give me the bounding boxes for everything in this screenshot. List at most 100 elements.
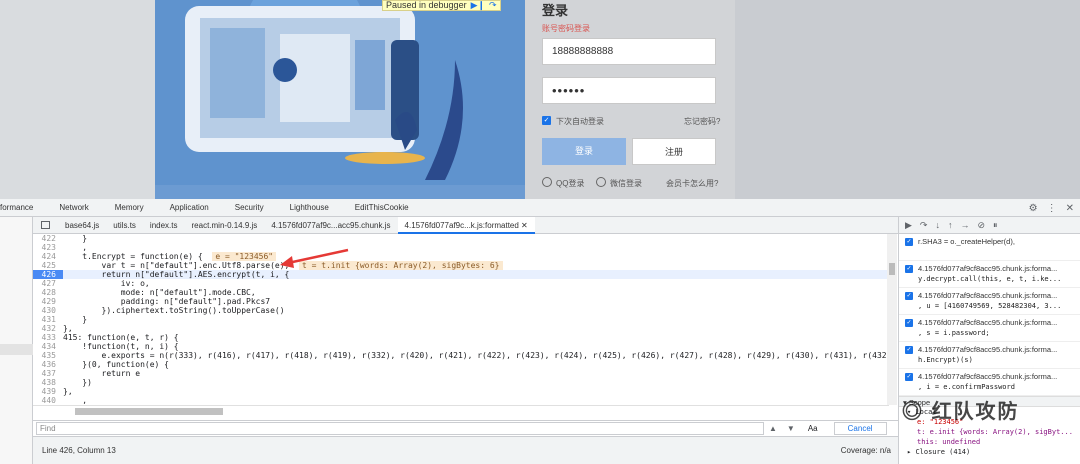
code-line[interactable]: 435 e.exports = n(r(333), r(416), r(417)…	[33, 351, 945, 360]
step-icon[interactable]: →	[960, 220, 969, 230]
code-line[interactable]: 422 }	[33, 234, 889, 243]
login-button[interactable]: 登录	[542, 138, 626, 165]
deactivate-breakpoints-icon[interactable]: ⊘	[977, 220, 985, 231]
scroll-thumb[interactable]	[75, 408, 223, 415]
code-editor[interactable]: 422 } 423 , 424 t.Encrypt = function(e) { …	[33, 234, 945, 405]
step-over-icon[interactable]: ↷	[920, 220, 928, 231]
tab-memory[interactable]: Memory	[115, 203, 154, 212]
file-tab[interactable]: 4.1576fd077af9c...acc95.chunk.js	[264, 217, 397, 234]
code-line[interactable]: 436 }(0, function(e) {	[33, 360, 889, 369]
breakpoint-item[interactable]: ✓ 4.1576fd077af9cf8acc95.chunk.js:forma..…	[899, 288, 1080, 315]
breakpoint-checkbox[interactable]: ✓	[905, 265, 913, 273]
line-number[interactable]: 430	[33, 306, 63, 315]
scroll-thumb[interactable]	[889, 263, 895, 275]
breakpoint-item[interactable]: ✓ 4.1576fd077af9cf8acc95.chunk.js:forma..…	[899, 315, 1080, 342]
selected-file-row[interactable]	[0, 344, 33, 355]
breakpoint-checkbox[interactable]: ✓	[905, 346, 913, 354]
code-line[interactable]: 429 padding: n["default"].pad.Pkcs7	[33, 297, 889, 306]
code-line[interactable]: 437 return e	[33, 369, 889, 378]
username-input[interactable]: 18888888888	[542, 38, 716, 65]
code-line[interactable]: 427 iv: o,	[33, 279, 889, 288]
register-button[interactable]: 注册	[632, 138, 716, 165]
scope-var-this[interactable]: this: undefined	[899, 437, 1080, 447]
breakpoint-item[interactable]: ✓ 4.1576fd077af9cf8acc95.chunk.js:forma..…	[899, 342, 1080, 369]
line-number[interactable]: 427	[33, 279, 63, 288]
line-number[interactable]: 423	[33, 243, 63, 252]
toggle-navigator-icon[interactable]	[41, 221, 50, 229]
breakpoint-checkbox[interactable]: ✓	[905, 292, 913, 300]
find-prev-icon[interactable]: ▲	[769, 424, 777, 433]
breakpoint-checkbox[interactable]: ✓	[905, 319, 913, 327]
member-card-link[interactable]: 会员卡怎么用?	[666, 178, 718, 189]
forgot-password-link[interactable]: 忘记密码?	[684, 116, 720, 127]
gear-icon[interactable]: ⚙	[1029, 203, 1038, 214]
code-line[interactable]: 440 ,	[33, 396, 889, 405]
file-tab[interactable]: react.min-0.14.9.js	[185, 217, 265, 234]
tab-performance[interactable]: formance	[0, 203, 43, 212]
code-line[interactable]: 434 !function(t, n, i) {	[33, 342, 889, 351]
line-number[interactable]: 440	[33, 396, 63, 405]
line-number[interactable]: 437	[33, 369, 63, 378]
code-line[interactable]: 425 var t = n["default"].enc.Utf8.parse(…	[33, 261, 889, 270]
wechat-login-link[interactable]: 微信登录	[610, 178, 642, 189]
wechat-icon[interactable]	[596, 177, 606, 187]
breakpoint-item[interactable]: ✓ 4.1576fd077af9cf8acc95.chunk.js:forma..…	[899, 261, 1080, 288]
close-icon[interactable]: ✕	[1066, 203, 1074, 214]
code-line[interactable]: 423 ,	[33, 243, 889, 252]
match-case-toggle[interactable]: Aa	[808, 424, 818, 433]
code-line[interactable]: 424 t.Encrypt = function(e) { e = "12345…	[33, 252, 889, 261]
find-input[interactable]: Find	[36, 422, 764, 435]
line-number[interactable]: 425	[33, 261, 63, 270]
line-number[interactable]: 434	[33, 342, 63, 351]
qq-icon[interactable]	[542, 177, 552, 187]
step-over-icon[interactable]: ↷	[489, 1, 497, 10]
scope-var-t[interactable]: t: e.init {words: Array(2), sigByt...	[899, 427, 1080, 437]
code-line[interactable]: 430 }).ciphertext.toString().toUpperCase…	[33, 306, 889, 315]
line-number[interactable]: 435	[33, 351, 63, 360]
line-number[interactable]: 429	[33, 297, 63, 306]
breakpoint-item[interactable]: ✓ r.SHA3 = o._createHelper(d),	[899, 234, 1080, 261]
step-into-icon[interactable]: ↓	[935, 220, 940, 230]
tab-network[interactable]: Network	[59, 203, 98, 212]
tab-lighthouse[interactable]: Lighthouse	[290, 203, 339, 212]
file-tab-active[interactable]: 4.1576fd077af9c...k.js:formatted ✕	[397, 216, 535, 234]
code-line[interactable]: 428 mode: n["default"].mode.CBC,	[33, 288, 889, 297]
remember-checkbox[interactable]: ✓	[542, 116, 551, 125]
breakpoint-checkbox[interactable]: ✓	[905, 238, 913, 246]
line-number[interactable]: 436	[33, 360, 63, 369]
code-line-active[interactable]: 426 return n["default"].AES.encrypt(t, i…	[33, 270, 889, 279]
file-navigator[interactable]	[0, 217, 33, 464]
tab-application[interactable]: Application	[170, 203, 219, 212]
vertical-scrollbar[interactable]	[887, 234, 897, 405]
find-cancel-button[interactable]: Cancel	[833, 422, 887, 435]
line-number[interactable]: 431	[33, 315, 63, 324]
line-number[interactable]: 433	[33, 333, 63, 342]
more-icon[interactable]: ⋮	[1047, 203, 1057, 214]
line-number[interactable]: 432	[33, 324, 63, 333]
line-number[interactable]: 439	[33, 387, 63, 396]
password-input[interactable]: ••••••	[542, 77, 716, 104]
file-tab[interactable]: index.ts	[143, 217, 185, 234]
tab-editthiscookie[interactable]: EditThisCookie	[355, 203, 419, 212]
qq-login-link[interactable]: QQ登录	[556, 178, 584, 189]
tab-security[interactable]: Security	[235, 203, 274, 212]
breakpoint-item[interactable]: ✓ 4.1576fd077af9cf8acc95.chunk.js:forma..…	[899, 369, 1080, 396]
scope-closure[interactable]: ▸ Closure (414)	[899, 447, 1080, 457]
pause-on-exceptions-icon[interactable]: ⏸	[993, 220, 998, 231]
line-number[interactable]: 422	[33, 234, 63, 243]
step-out-icon[interactable]: ↑	[948, 220, 953, 230]
resume-icon[interactable]: ▶	[905, 220, 912, 231]
code-line[interactable]: 431 }	[33, 315, 889, 324]
code-line[interactable]: 438 })	[33, 378, 889, 387]
line-number[interactable]: 426	[33, 270, 63, 279]
file-tab[interactable]: base64.js	[58, 217, 106, 234]
horizontal-scrollbar[interactable]	[33, 405, 889, 416]
find-next-icon[interactable]: ▼	[787, 424, 795, 433]
line-number[interactable]: 438	[33, 378, 63, 387]
code-line[interactable]: 432},	[33, 324, 889, 333]
line-number[interactable]: 428	[33, 288, 63, 297]
line-number[interactable]: 424	[33, 252, 63, 261]
code-line[interactable]: 433 415: function(e, t, r) {	[33, 333, 889, 342]
breakpoint-checkbox[interactable]: ✓	[905, 373, 913, 381]
code-line[interactable]: 439},	[33, 387, 889, 396]
